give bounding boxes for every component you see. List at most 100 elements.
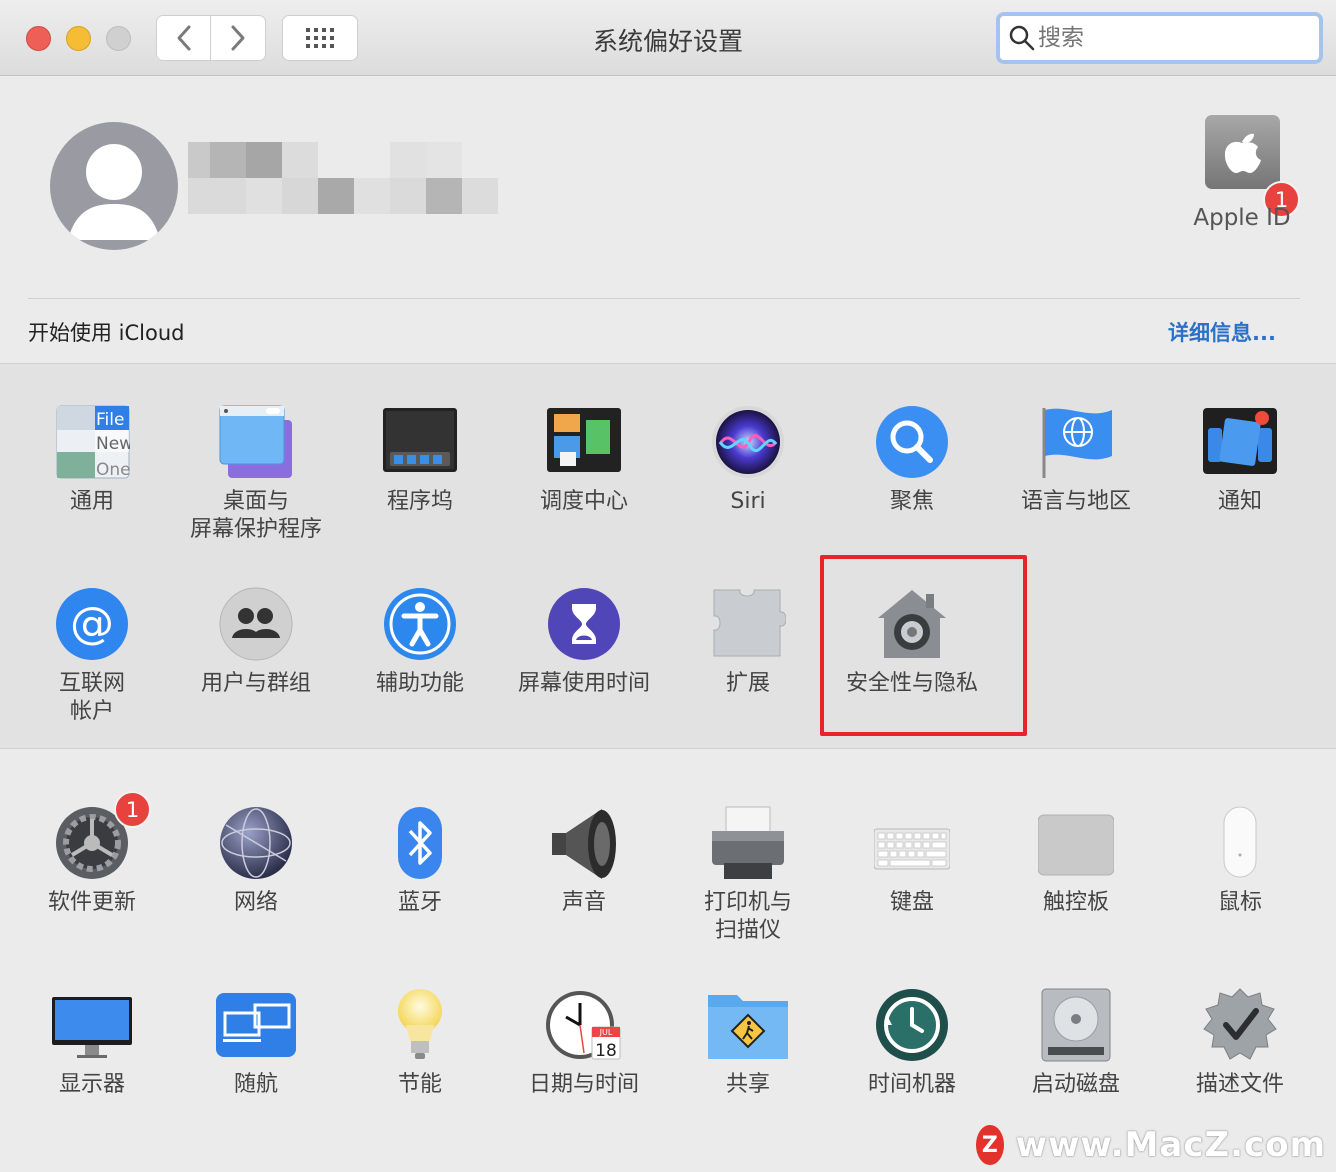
system-preferences-window: 系统偏好设置 搜索 1 Apple ID 开始使用 iCloud 详细信息...… — [0, 0, 1336, 1172]
pane-time-machine[interactable]: 时间机器 — [830, 987, 994, 1099]
pane-mission-control[interactable]: 调度中心 — [502, 404, 666, 516]
zoom-window-button[interactable] — [106, 26, 131, 51]
pane-label: 互联网 帐户 — [58, 671, 125, 724]
pane-startup-disk[interactable]: 启动磁盘 — [994, 987, 1158, 1099]
sharing-icon — [708, 987, 788, 1063]
mouse-icon — [1202, 805, 1278, 881]
back-button[interactable] — [156, 15, 211, 61]
svg-text:@: @ — [70, 598, 114, 649]
pane-energy-saver[interactable]: 节能 — [338, 987, 502, 1099]
pane-trackpad[interactable]: 触控板 — [994, 805, 1158, 917]
pane-general[interactable]: File New One 通用 — [10, 404, 174, 516]
close-window-button[interactable] — [26, 26, 51, 51]
pane-language-region[interactable]: 语言与地区 — [994, 404, 1158, 516]
extensions-icon — [710, 586, 787, 662]
network-icon — [218, 805, 294, 881]
pane-label: 语言与地区 — [1020, 489, 1131, 514]
pane-siri[interactable]: Siri — [666, 404, 830, 516]
watermark: Z www.MacZ.com — [976, 1124, 1326, 1166]
pane-label: 描述文件 — [1195, 1072, 1284, 1097]
users-groups-icon — [218, 586, 294, 662]
account-section: 1 Apple ID 开始使用 iCloud 详细信息... — [0, 77, 1336, 363]
pane-printers-scanners[interactable]: 打印机与 扫描仪 — [666, 805, 830, 945]
pane-label: 屏幕使用时间 — [517, 671, 650, 696]
minimize-window-button[interactable] — [66, 26, 91, 51]
accessibility-icon — [382, 586, 458, 662]
apple-id-tile[interactable] — [1205, 115, 1280, 189]
svg-text:One: One — [96, 460, 130, 480]
pane-label: Siri — [730, 489, 766, 514]
pane-label: 辅助功能 — [375, 671, 464, 696]
pane-network[interactable]: 网络 — [174, 805, 338, 917]
pane-label: 桌面与 屏幕保护程序 — [189, 489, 322, 542]
pane-desktop-screensaver[interactable]: 桌面与 屏幕保护程序 — [174, 404, 338, 544]
person-silhouette-icon — [68, 144, 160, 240]
displays-icon — [52, 987, 132, 1063]
pane-notifications[interactable]: 通知 — [1158, 404, 1322, 516]
pane-label: 程序坞 — [386, 489, 453, 514]
forward-button[interactable] — [210, 15, 266, 61]
sidecar-icon — [216, 987, 296, 1063]
pane-sharing[interactable]: 共享 — [666, 987, 830, 1099]
mission-control-icon — [546, 404, 622, 480]
keyboard-icon — [873, 805, 951, 881]
pane-sidecar[interactable]: 随航 — [174, 987, 338, 1099]
sound-icon — [546, 805, 622, 881]
pane-extensions[interactable]: 扩展 — [666, 586, 830, 698]
pane-label: 共享 — [725, 1072, 770, 1097]
spotlight-icon — [874, 404, 950, 480]
pane-label: 鼠标 — [1217, 890, 1262, 915]
details-link[interactable]: 详细信息... — [1168, 317, 1276, 347]
search-input[interactable] — [1038, 22, 1308, 54]
language-region-icon — [1038, 404, 1114, 480]
pane-accessibility[interactable]: 辅助功能 — [338, 586, 502, 698]
personal-panes-section: File New One 通用 桌面与 屏幕保护程序 程序坞 调度中心 Siri… — [0, 363, 1336, 749]
energy-saver-icon — [382, 987, 458, 1063]
apple-id-label: Apple ID — [1193, 205, 1291, 231]
pane-screen-time[interactable]: 屏幕使用时间 — [502, 586, 666, 698]
pane-label: 网络 — [233, 890, 278, 915]
pane-label: 用户与群组 — [200, 671, 311, 696]
notifications-icon — [1202, 404, 1278, 480]
search-field[interactable] — [996, 12, 1323, 64]
watermark-logo: Z — [976, 1125, 1004, 1165]
pane-spotlight[interactable]: 聚焦 — [830, 404, 994, 516]
printers-scanners-icon — [710, 805, 786, 881]
pane-users-groups[interactable]: 用户与群组 — [174, 586, 338, 698]
pane-profiles[interactable]: 描述文件 — [1158, 987, 1322, 1099]
pane-dock[interactable]: 程序坞 — [338, 404, 502, 516]
startup-disk-icon — [1038, 987, 1114, 1063]
pane-software-update[interactable]: 1 软件更新 — [10, 791, 174, 917]
bluetooth-icon — [382, 805, 458, 881]
chevron-right-icon — [231, 25, 245, 51]
pane-label: 声音 — [561, 890, 606, 915]
pane-label: 调度中心 — [539, 489, 628, 514]
software-update-badge: 1 — [114, 791, 151, 828]
svg-text:File: File — [96, 410, 124, 430]
pane-internet-accounts[interactable]: @ 互联网 帐户 — [10, 586, 174, 726]
pane-displays[interactable]: 显示器 — [10, 987, 174, 1099]
pane-bluetooth[interactable]: 蓝牙 — [338, 805, 502, 917]
pane-date-time[interactable]: JUL 18 日期与时间 — [502, 987, 666, 1099]
svg-text:18: 18 — [595, 1041, 617, 1061]
pane-label: 日期与时间 — [528, 1072, 639, 1097]
date-time-icon: JUL 18 — [546, 987, 622, 1063]
pane-sound[interactable]: 声音 — [502, 805, 666, 917]
general-icon: File New One — [54, 404, 133, 480]
time-machine-icon — [874, 987, 950, 1063]
pane-label: 软件更新 — [47, 890, 136, 915]
pane-keyboard[interactable]: 键盘 — [830, 805, 994, 917]
desktop-screensaver-icon — [218, 404, 294, 480]
search-icon — [1009, 25, 1035, 51]
user-avatar[interactable] — [50, 122, 178, 250]
pane-label: 聚焦 — [889, 489, 934, 514]
apple-logo-icon — [1224, 133, 1261, 173]
show-all-button[interactable] — [282, 15, 358, 61]
icloud-prompt: 开始使用 iCloud — [28, 321, 185, 345]
pane-label: 蓝牙 — [397, 890, 442, 915]
pane-label: 启动磁盘 — [1031, 1072, 1120, 1097]
pane-mouse[interactable]: 鼠标 — [1158, 805, 1322, 917]
pane-label: 触控板 — [1042, 890, 1109, 915]
security-highlight-box — [820, 555, 1027, 736]
watermark-text: www.MacZ.com — [1015, 1125, 1326, 1165]
